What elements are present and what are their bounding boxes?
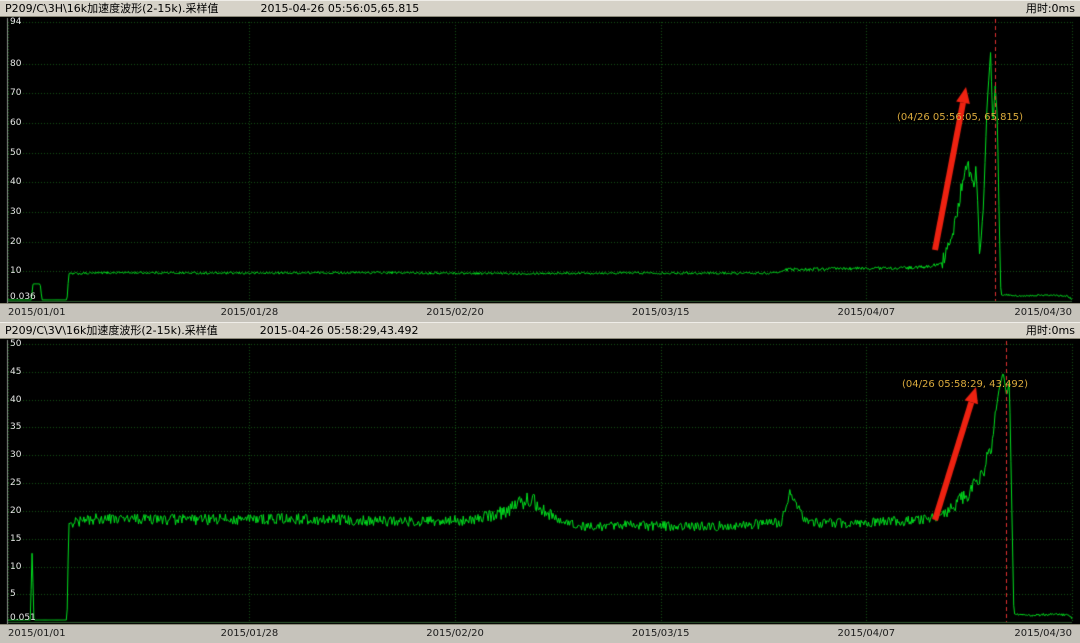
- y-axis-tick-label: 80: [10, 59, 21, 70]
- trend-chart-canvas[interactable]: [0, 17, 1080, 303]
- x-axis-tick-label: 2015/04/07: [838, 625, 896, 643]
- x-axis-tick-label: 2015/02/20: [426, 625, 484, 643]
- y-axis-tick-label: 94: [10, 17, 21, 28]
- panel-titlebar: P209/C\3V\16k加速度波形(2-15k).采样值 2015-04-26…: [0, 322, 1080, 339]
- x-axis-tick-label: 2015/01/28: [221, 625, 279, 643]
- y-axis-tick-label: 20: [10, 506, 21, 517]
- chart-plot-area: (04/26 05:58:29, 43.492) 50 45 40 35 30 25 20 1…: [0, 339, 1080, 624]
- x-axis-strip: 2015/01/01 2015/01/28 2015/02/20 2015/03/15…: [0, 303, 1080, 322]
- y-axis-tick-label: 70: [10, 88, 21, 99]
- x-axis-tick-label: 2015/01/01: [8, 625, 66, 643]
- cursor-annotation: (04/26 05:58:29, 43.492): [902, 379, 1028, 391]
- channel-title: P209/C\3V\16k加速度波形(2-15k).采样值: [5, 322, 218, 339]
- trend-panel-horizontal: P209/C\3H\16k加速度波形(2-15k).采样值 2015-04-26…: [0, 0, 1080, 322]
- trend-panel-vertical: P209/C\3V\16k加速度波形(2-15k).采样值 2015-04-26…: [0, 322, 1080, 643]
- y-axis-tick-label: 10: [10, 266, 21, 277]
- y-axis-tick-label: 40: [10, 177, 21, 188]
- x-axis-tick-label: 2015/01/28: [221, 304, 279, 322]
- y-axis-tick-label: 10: [10, 562, 21, 573]
- y-axis-tick-label: 30: [10, 207, 21, 218]
- y-axis-tick-label: 35: [10, 422, 21, 433]
- x-axis-strip: 2015/01/01 2015/01/28 2015/02/20 2015/03/15…: [0, 624, 1080, 643]
- channel-title: P209/C\3H\16k加速度波形(2-15k).采样值: [5, 0, 218, 17]
- cursor-timestamp-value: 2015-04-26 05:56:05,65.815: [260, 0, 419, 17]
- y-axis-tick-label: 0.036: [10, 292, 36, 303]
- y-axis-tick-label: 0.051: [10, 613, 36, 624]
- y-axis-tick-label: 45: [10, 367, 21, 378]
- x-axis-tick-label: 2015/02/20: [426, 304, 484, 322]
- chart-plot-area: (04/26 05:56:05, 65.815) 94 80 70 60 50 40 30 2…: [0, 17, 1080, 303]
- x-axis-tick-label: 2015/03/15: [632, 625, 690, 643]
- y-axis-tick-label: 60: [10, 118, 21, 129]
- cursor-annotation: (04/26 05:56:05, 65.815): [897, 112, 1023, 124]
- y-axis-tick-label: 40: [10, 395, 21, 406]
- y-axis-tick-label: 50: [10, 339, 21, 350]
- x-axis-tick-label: 2015/01/01: [8, 304, 66, 322]
- panel-titlebar: P209/C\3H\16k加速度波形(2-15k).采样值 2015-04-26…: [0, 0, 1080, 17]
- y-axis-tick-label: 20: [10, 237, 21, 248]
- x-axis-tick-label: 2015/04/30: [1014, 625, 1072, 643]
- x-axis-tick-label: 2015/04/07: [838, 304, 896, 322]
- cursor-timestamp-value: 2015-04-26 05:58:29,43.492: [260, 322, 419, 339]
- y-axis-tick-label: 50: [10, 148, 21, 159]
- y-axis-tick-label: 30: [10, 450, 21, 461]
- x-axis-tick-label: 2015/03/15: [632, 304, 690, 322]
- y-axis-tick-label: 15: [10, 534, 21, 545]
- x-axis-tick-label: 2015/04/30: [1014, 304, 1072, 322]
- y-axis-tick-label: 25: [10, 478, 21, 489]
- y-axis-tick-label: 5: [10, 589, 16, 600]
- elapsed-time-label: 用时:0ms: [1026, 322, 1075, 339]
- elapsed-time-label: 用时:0ms: [1026, 0, 1075, 17]
